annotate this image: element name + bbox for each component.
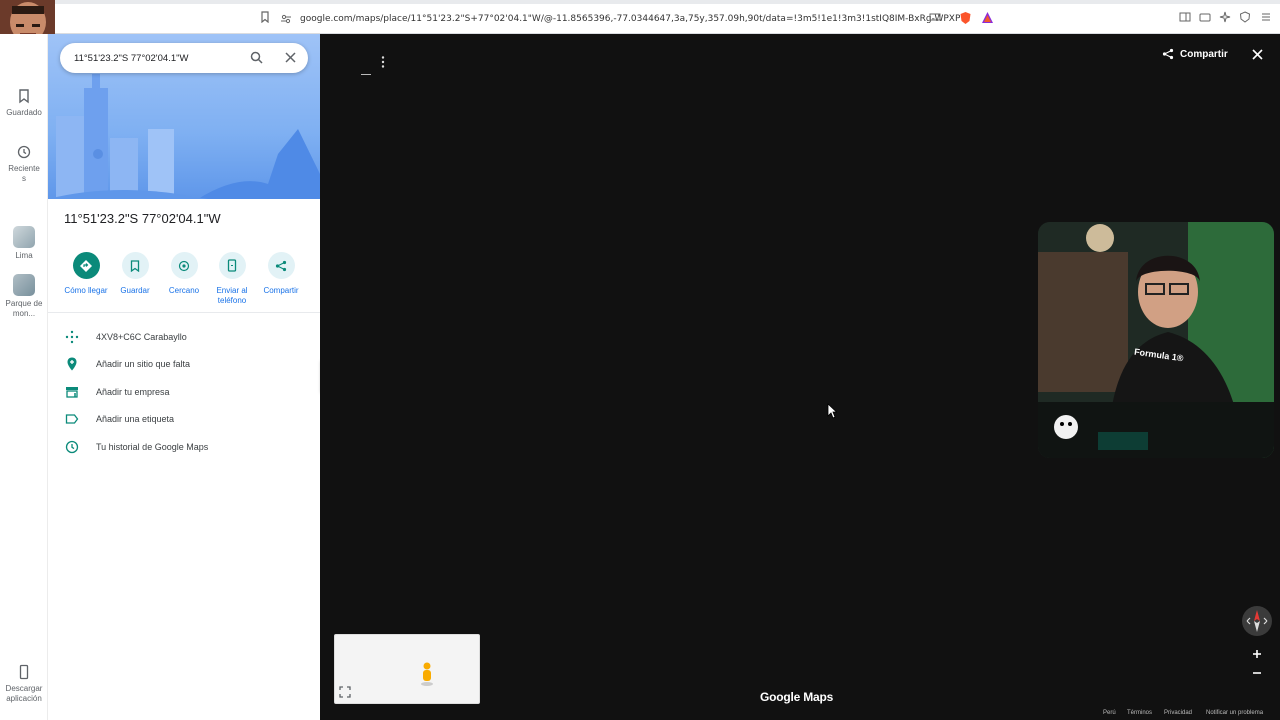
directions-icon — [72, 252, 100, 279]
download-app-button[interactable]: Descargar aplicación — [0, 664, 48, 704]
bookmark-star-icon[interactable] — [258, 11, 272, 25]
sidebar-toggle-icon[interactable] — [1178, 11, 1192, 25]
download-app-label: Descargar aplicación — [5, 684, 43, 703]
expand-icon[interactable] — [339, 685, 351, 703]
action-label: Cercano — [168, 286, 200, 295]
bookmark-icon — [121, 252, 149, 279]
zoom-out-icon[interactable] — [1250, 666, 1264, 680]
google-maps-logo: Google Maps — [760, 690, 834, 704]
place-actions: Cómo llegar Guardar Cercano Enviar al te… — [60, 252, 310, 312]
vpn-icon[interactable] — [1238, 11, 1252, 25]
search-input[interactable] — [74, 52, 234, 64]
place-hero-illustration — [48, 34, 320, 199]
footer-report-link[interactable]: Notificar un problema — [1206, 710, 1263, 716]
streamer-webcam: Formula 1® — [1038, 222, 1274, 458]
share-label: Compartir — [1180, 48, 1228, 60]
parque-thumbnail — [13, 274, 35, 296]
rail-item-recent[interactable]: Reciente s — [0, 144, 48, 184]
add-label-row[interactable]: Añadir una etiqueta — [64, 411, 304, 427]
lima-thumbnail — [13, 226, 35, 248]
info-row-label: Añadir un sitio que falta — [96, 359, 191, 369]
history-icon — [65, 440, 79, 454]
browser-toolbar: google.com/maps/place/11°51'23.2"S+77°02… — [0, 0, 1280, 34]
footer-country: Perú — [1103, 710, 1116, 716]
left-rail: Guardado Reciente s Lima Parque de mon..… — [0, 34, 48, 720]
action-label: Guardar — [120, 286, 150, 295]
minimap-panel[interactable] — [334, 634, 480, 704]
pegman-icon[interactable] — [419, 661, 435, 692]
brave-shield-icon[interactable] — [958, 11, 972, 25]
search-icon[interactable] — [250, 51, 263, 64]
send-to-phone-button[interactable]: Enviar al teléfono — [208, 252, 256, 306]
store-icon — [66, 387, 78, 398]
share-icon — [1162, 48, 1174, 60]
footer-privacy-link[interactable]: Privacidad — [1164, 710, 1192, 716]
action-label: Enviar al teléfono — [216, 286, 248, 305]
label-icon — [65, 414, 79, 424]
place-panel: 11°51'23.2"S 77°02'04.1"W Cómo llegar Gu… — [48, 34, 320, 720]
info-row-label: Añadir una etiqueta — [96, 414, 175, 424]
address-underline — [361, 74, 371, 75]
cast-icon[interactable] — [928, 11, 942, 25]
wallet-icon[interactable] — [1198, 11, 1212, 25]
rail-item-lima[interactable]: Lima — [0, 226, 48, 260]
site-settings-icon[interactable] — [280, 13, 292, 25]
compass-icon[interactable] — [1242, 606, 1272, 636]
tab-strip — [0, 0, 1280, 4]
section-divider — [48, 312, 320, 313]
zoom-in-icon[interactable] — [1250, 647, 1264, 661]
search-bar[interactable] — [60, 43, 308, 73]
brave-rewards-icon[interactable] — [980, 11, 994, 25]
share-icon — [267, 252, 295, 279]
menu-icon[interactable] — [1259, 11, 1273, 25]
rail-item-parque[interactable]: Parque de mon... — [0, 274, 48, 319]
share-button[interactable]: Compartir — [257, 252, 305, 296]
directions-button[interactable]: Cómo llegar — [62, 252, 110, 296]
rail-item-saved[interactable]: Guardado — [0, 88, 48, 117]
maps-history-row[interactable]: Tu historial de Google Maps — [64, 439, 304, 455]
street-view-share-button[interactable]: Compartir — [1162, 48, 1228, 60]
add-missing-place-row[interactable]: Añadir un sitio que falta — [64, 356, 304, 372]
add-business-row[interactable]: Añadir tu empresa — [64, 384, 304, 400]
nearby-button[interactable]: Cercano — [160, 252, 208, 296]
plus-code-icon — [65, 330, 79, 344]
footer-terms-link[interactable]: Términos — [1127, 710, 1152, 716]
nearby-icon — [170, 252, 198, 279]
place-title: 11°51'23.2"S 77°02'04.1"W — [64, 211, 221, 226]
bookmark-icon — [19, 89, 29, 104]
leo-ai-icon[interactable] — [1218, 11, 1232, 25]
phone-icon — [218, 252, 246, 279]
action-label: Compartir — [263, 286, 299, 295]
save-button[interactable]: Guardar — [111, 252, 159, 296]
rail-item-label: Parque de mon... — [5, 299, 43, 318]
phone-icon — [19, 664, 29, 680]
mouse-cursor-icon — [827, 403, 838, 419]
close-icon[interactable] — [285, 52, 296, 63]
info-row-label: Tu historial de Google Maps — [96, 442, 209, 452]
plus-code-row[interactable]: 4XV8+C6C Carabayllo — [64, 329, 304, 345]
more-options-icon[interactable] — [378, 55, 388, 69]
add-place-icon — [67, 357, 77, 371]
url-text[interactable]: google.com/maps/place/11°51'23.2"S+77°02… — [300, 14, 960, 24]
close-street-view-icon[interactable] — [1250, 49, 1264, 63]
history-icon — [17, 145, 31, 159]
info-row-label: 4XV8+C6C Carabayllo — [96, 332, 187, 342]
rail-item-label: Lima — [15, 251, 33, 260]
rail-item-label: Reciente s — [8, 164, 40, 183]
rail-item-label: Guardado — [6, 108, 42, 117]
action-label: Cómo llegar — [64, 286, 108, 295]
info-row-label: Añadir tu empresa — [96, 387, 170, 397]
address-bar[interactable]: google.com/maps/place/11°51'23.2"S+77°02… — [280, 9, 960, 29]
